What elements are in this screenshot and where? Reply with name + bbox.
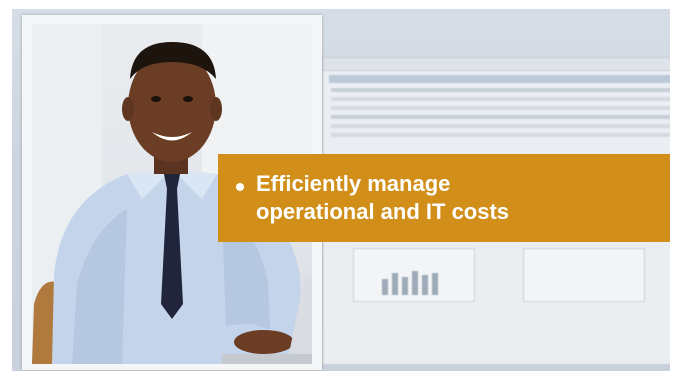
app-row bbox=[331, 133, 670, 137]
callout-banner: Efficiently manage operational and IT co… bbox=[218, 154, 670, 242]
app-row bbox=[331, 97, 670, 101]
bullet-icon bbox=[236, 183, 244, 191]
app-chart-bar bbox=[422, 275, 428, 295]
app-title-bar bbox=[329, 75, 670, 83]
app-chart-bar bbox=[382, 279, 388, 295]
app-row bbox=[331, 115, 670, 119]
app-info-panel bbox=[523, 248, 645, 302]
app-row bbox=[331, 88, 670, 92]
callout-text: Efficiently manage operational and IT co… bbox=[256, 170, 509, 226]
app-row bbox=[331, 124, 670, 128]
video-frame: Efficiently manage operational and IT co… bbox=[12, 9, 670, 371]
app-chart-bar bbox=[432, 273, 438, 295]
app-chart-bar bbox=[402, 277, 408, 295]
app-chart-bar bbox=[392, 273, 398, 295]
app-top-bar bbox=[323, 58, 670, 71]
callout-line-1: Efficiently manage bbox=[256, 171, 451, 196]
callout-line-2: operational and IT costs bbox=[256, 199, 510, 224]
app-row bbox=[331, 106, 670, 110]
app-chart-bar bbox=[412, 271, 418, 295]
app-chart-panel bbox=[353, 248, 475, 302]
